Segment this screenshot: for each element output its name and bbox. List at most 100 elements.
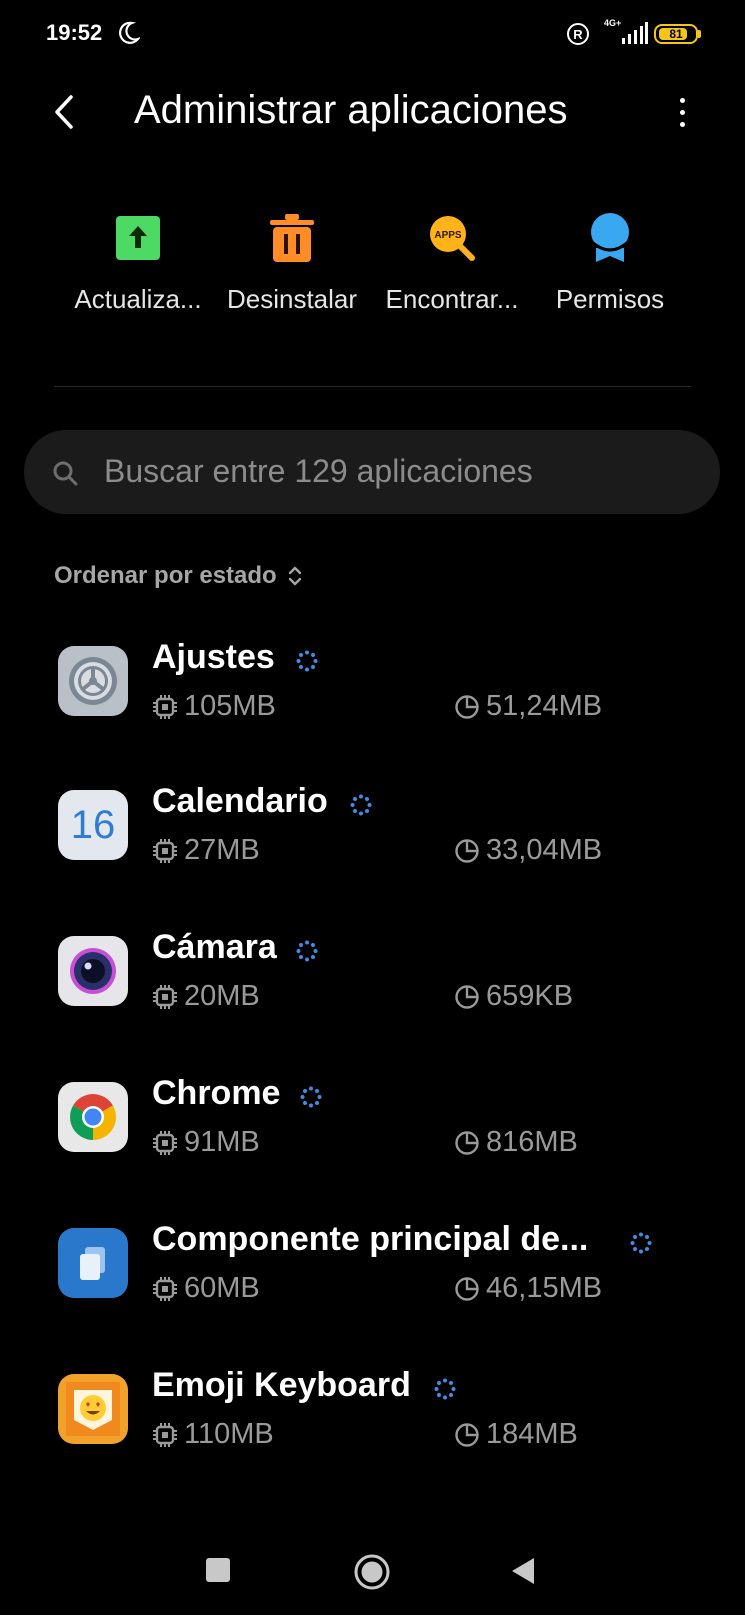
dot <box>679 121 685 127</box>
find-apps-icon-text: APPS <box>434 230 462 241</box>
chip-icon <box>153 838 177 863</box>
loading-spinner-icon <box>300 1086 322 1108</box>
ram-usage: 91MB <box>152 1126 260 1159</box>
find-apps-icon: APPS <box>428 214 476 262</box>
trash-icon <box>268 214 316 262</box>
storage-pie-icon <box>455 694 479 719</box>
battery-tip <box>698 30 701 38</box>
moon-icon <box>119 21 140 44</box>
app-row-chrome[interactable]: Chrome 91MB 816MB <box>0 1068 745 1214</box>
loading-spinner-icon <box>296 650 318 672</box>
page-title: Administrar aplicaciones <box>134 88 568 132</box>
storage-pie-icon <box>455 984 479 1009</box>
storage-value: 33,04MB <box>486 834 603 866</box>
storage-pie-icon <box>455 838 479 863</box>
find-apps-action[interactable]: APPS Encontrar... <box>372 214 532 315</box>
storage-pie-icon <box>455 1130 479 1155</box>
app-name: Chrome <box>152 1074 281 1112</box>
ram-usage: 27MB <box>152 834 260 867</box>
ram-usage: 20MB <box>152 980 260 1013</box>
permissions-action[interactable]: Permisos <box>530 213 690 315</box>
find-apps-label: Encontrar... <box>385 284 519 314</box>
app-name: Calendario <box>152 782 328 820</box>
signal-icon <box>622 22 648 44</box>
loading-spinner-icon <box>630 1232 652 1254</box>
update-label: Actualiza... <box>74 284 202 314</box>
storage-pie-icon <box>455 1422 479 1447</box>
storage-usage: 51,24MB <box>454 690 602 723</box>
ram-value: 110MB <box>184 1418 274 1450</box>
network-type: 4G+ <box>604 18 622 28</box>
app-name: Emoji Keyboard <box>152 1366 411 1404</box>
app-row-calendario[interactable]: 16 Calendario 27MB 33,04MB <box>0 776 745 922</box>
storage-usage: 33,04MB <box>454 834 602 867</box>
storage-usage: 816MB <box>454 1126 578 1159</box>
ram-usage: 110MB <box>152 1418 274 1451</box>
dot <box>679 97 685 103</box>
arrow-left-icon <box>55 95 73 129</box>
ram-usage: 60MB <box>152 1272 260 1305</box>
ram-usage: 105MB <box>152 690 276 723</box>
dot <box>679 109 685 115</box>
sort-control[interactable]: Ordenar por estado <box>54 562 303 590</box>
app-row-camara[interactable]: Cámara 20MB 659KB <box>0 922 745 1068</box>
ram-value: 91MB <box>184 1126 260 1158</box>
update-icon <box>114 214 162 262</box>
battery-indicator: 81 <box>654 24 698 44</box>
uninstall-label: Desinstalar <box>226 284 358 314</box>
loading-spinner-icon <box>296 940 318 962</box>
chrome-icon <box>58 1082 128 1152</box>
ram-value: 60MB <box>184 1272 260 1304</box>
recents-button[interactable] <box>206 1558 230 1582</box>
registered-icon: R <box>567 23 589 45</box>
search-placeholder: Buscar entre 129 aplicaciones <box>104 453 533 489</box>
app-row-ajustes[interactable]: Ajustes 105MB 51,24MB <box>0 632 745 778</box>
status-time: 19:52 <box>46 20 103 45</box>
chip-icon <box>153 1422 177 1447</box>
chip-icon <box>153 1276 177 1301</box>
chip-icon <box>153 984 177 1009</box>
loading-spinner-icon <box>434 1378 456 1400</box>
ram-value: 27MB <box>184 834 260 866</box>
storage-pie-icon <box>455 1276 479 1301</box>
emoji-keyboard-icon <box>58 1374 128 1444</box>
battery-percent: 81 <box>669 27 683 41</box>
storage-value: 816MB <box>486 1126 578 1158</box>
permissions-label: Permisos <box>555 284 665 314</box>
permissions-icon <box>586 213 634 262</box>
back-button[interactable] <box>40 84 88 140</box>
nav-back-button[interactable] <box>510 1556 536 1586</box>
storage-usage: 659KB <box>454 980 573 1013</box>
loading-spinner-icon <box>350 794 372 816</box>
storage-value: 51,24MB <box>486 690 603 722</box>
update-action[interactable]: Actualiza... <box>58 214 218 315</box>
storage-usage: 184MB <box>454 1418 578 1451</box>
component-icon <box>58 1228 128 1298</box>
app-name: Componente principal de... <box>152 1220 589 1258</box>
storage-usage: 46,15MB <box>454 1272 602 1305</box>
svg-text:R: R <box>573 27 583 42</box>
calendar-icon-text: 16 <box>70 802 116 847</box>
home-button[interactable] <box>353 1553 391 1591</box>
app-name: Ajustes <box>152 638 275 676</box>
app-row-emoji-keyboard[interactable]: Emoji Keyboard 110MB 184MB <box>0 1360 745 1506</box>
search-icon <box>53 461 78 486</box>
more-options-button[interactable] <box>664 88 700 136</box>
divider <box>54 386 691 387</box>
chip-icon <box>153 694 177 719</box>
storage-value: 184MB <box>486 1418 578 1450</box>
calendar-icon: 16 <box>58 790 128 860</box>
settings-icon <box>58 646 128 716</box>
ram-value: 105MB <box>184 690 276 722</box>
camera-icon <box>58 936 128 1006</box>
storage-value: 659KB <box>486 980 574 1012</box>
storage-value: 46,15MB <box>486 1272 603 1304</box>
app-row-componente[interactable]: Componente principal de... 60MB 46,15MB <box>0 1214 745 1360</box>
sort-label: Ordenar por estado <box>54 562 277 589</box>
chip-icon <box>153 1130 177 1155</box>
sort-chevron-icon <box>288 566 301 586</box>
uninstall-action[interactable]: Desinstalar <box>212 214 372 315</box>
search-input[interactable]: Buscar entre 129 aplicaciones <box>24 430 720 514</box>
ram-value: 20MB <box>184 980 260 1012</box>
app-name: Cámara <box>152 928 277 966</box>
